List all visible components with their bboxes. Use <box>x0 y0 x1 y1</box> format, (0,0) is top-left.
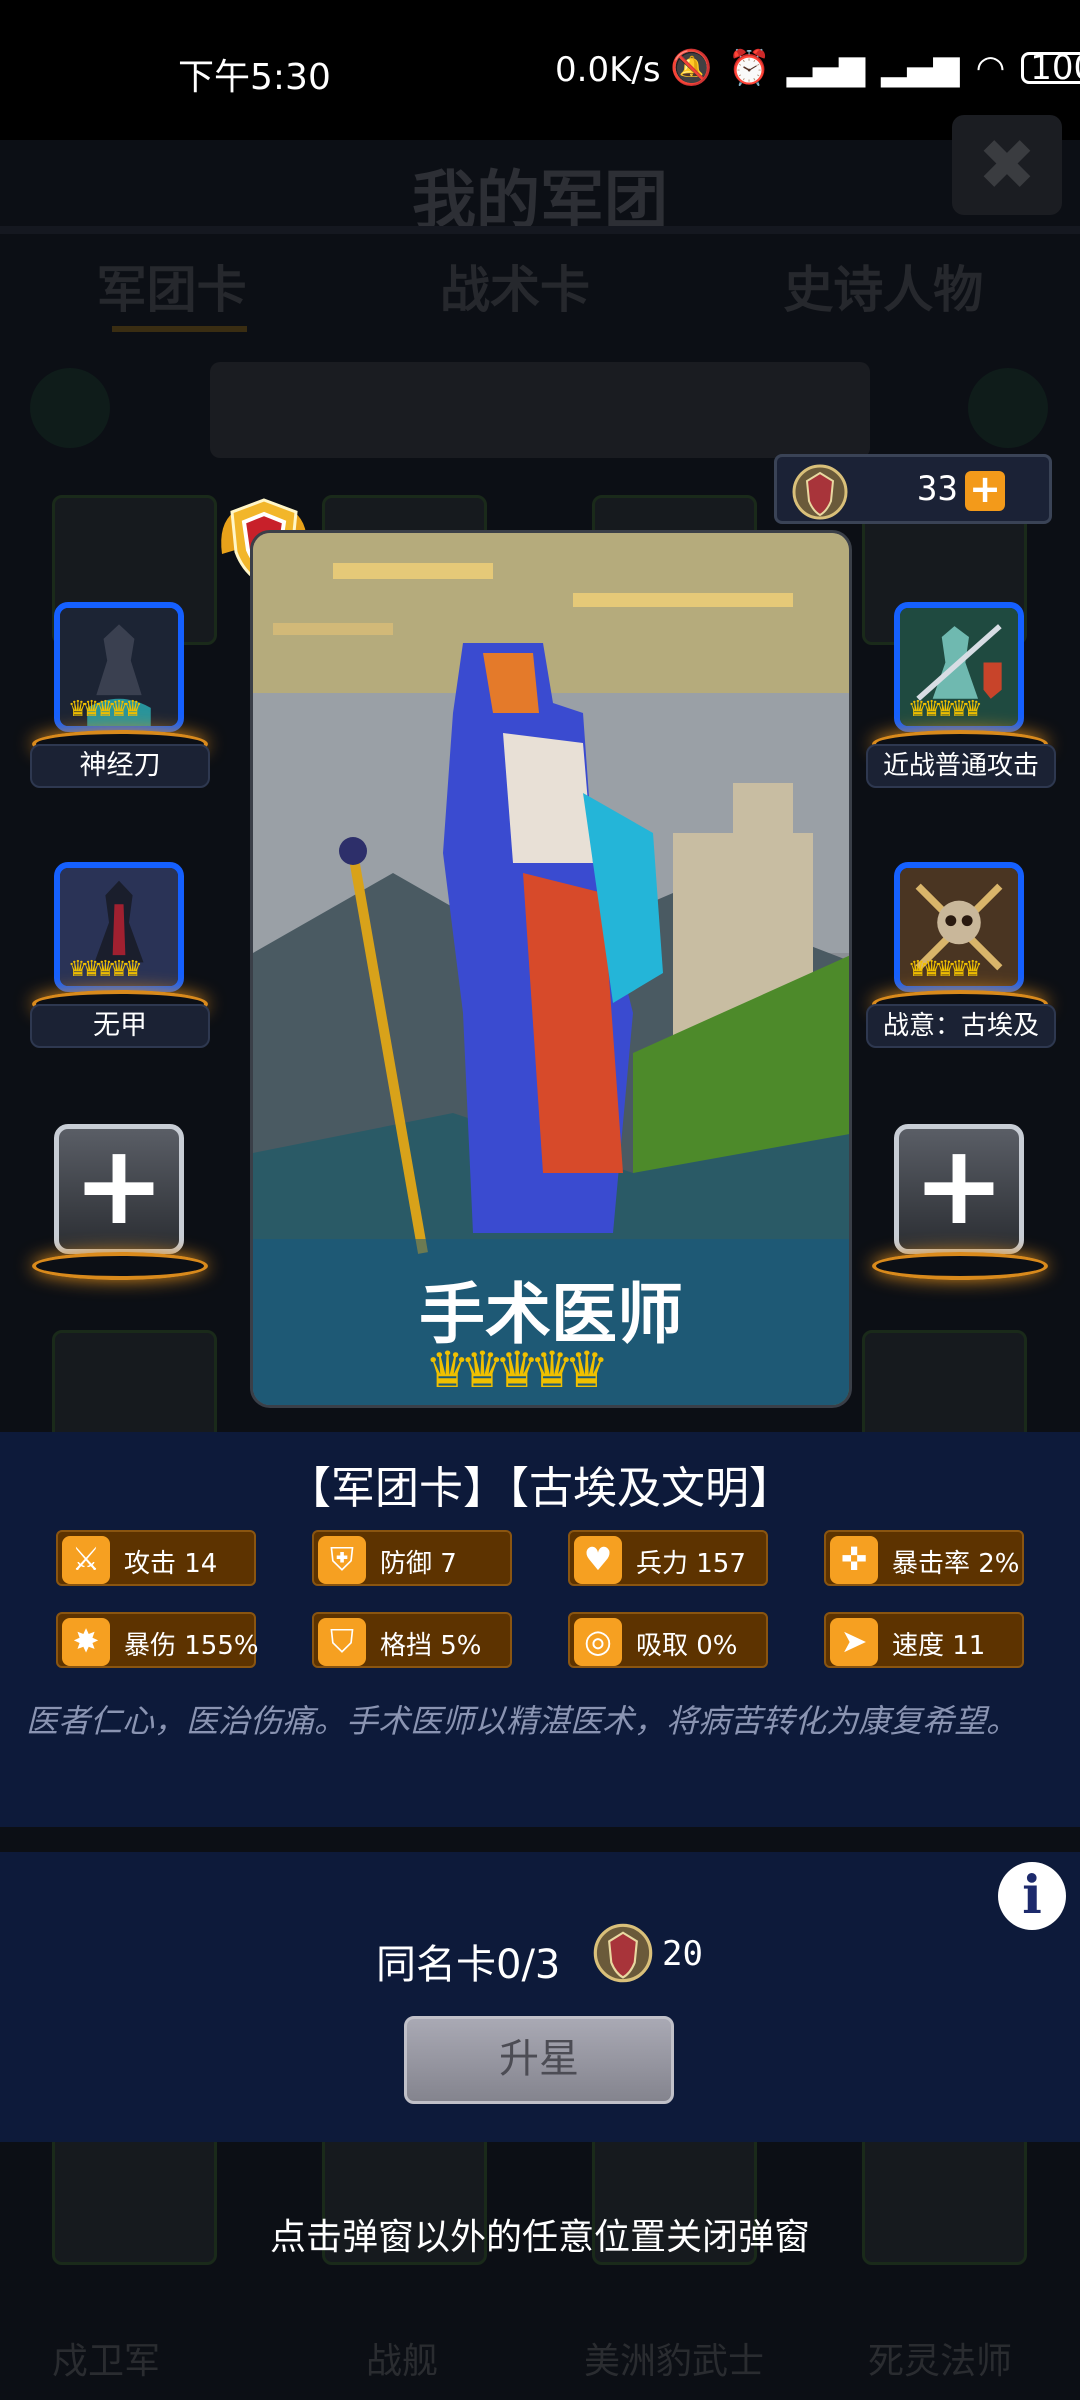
bg-card-label: 死灵法师 <box>868 2341 1013 2382</box>
boot-icon: ➤ <box>830 1618 878 1666</box>
filter-button[interactable] <box>968 368 1048 448</box>
stat-label: 格挡 5% <box>380 1631 482 1661</box>
stat-label: 暴击率 2% <box>892 1549 1020 1579</box>
upgrade-cost: 20 <box>662 1934 703 1974</box>
status-icons: 🔕 ⏰ ▂▄▆ ▂▄▆ ◠ 100 <box>670 48 1080 88</box>
mute-icon: 🔕 <box>670 48 713 88</box>
search-input[interactable] <box>210 362 870 458</box>
currency-pill: 33 + <box>774 454 1052 524</box>
stat-label: 防御 7 <box>380 1549 457 1579</box>
stat-label: 兵力 157 <box>636 1549 746 1579</box>
currency-count: 33 <box>917 469 958 509</box>
stat-label: 攻击 14 <box>124 1549 218 1579</box>
add-slot-left-button[interactable]: + <box>54 1124 184 1254</box>
add-currency-button[interactable]: + <box>965 470 1005 511</box>
stat-label: 暴伤 155% <box>124 1631 259 1661</box>
battery-icon: 100 <box>1021 51 1080 85</box>
legion-emblem-icon <box>792 464 848 520</box>
slot-label: 近战普通攻击 <box>866 744 1056 788</box>
status-bar: 下午5:30 0.0K/s 🔕 ⏰ ▂▄▆ ▂▄▆ ◠ 100 <box>0 0 1080 140</box>
info-panel: 【军团卡】【古埃及文明】 ⚔ 攻击 14 ⛨ 防御 7 ♥ 兵力 157 ✜ 暴… <box>0 1432 1080 1827</box>
list-view-button[interactable] <box>30 368 110 448</box>
close-hint: 点击弹窗以外的任意位置关闭弹窗 <box>269 2217 810 2258</box>
signal-2-icon: ▂▄▆ <box>881 48 960 88</box>
burst-icon: ✸ <box>62 1618 110 1666</box>
sword-icon: ⚔ <box>62 1536 110 1584</box>
duplicate-count: 同名卡0/3 <box>376 1942 561 1988</box>
equip-slot-left-1[interactable]: ♛♛♛♛♛ <box>54 602 184 732</box>
stat-defense: ⛨ 防御 7 <box>312 1530 512 1586</box>
slot-label: 战意：古埃及 <box>866 1004 1056 1048</box>
tab-tactic-cards[interactable]: 战术卡 <box>440 250 590 340</box>
card-description: 医者仁心，医治伤痛。手术医师以精湛医术，将病苦转化为康复希望。 <box>26 1702 1019 1740</box>
slot-glow <box>872 1252 1048 1280</box>
equip-slot-right-2[interactable]: ♛♛♛♛♛ <box>894 862 1024 992</box>
stat-attack: ⚔ 攻击 14 <box>56 1530 256 1586</box>
close-button[interactable]: ✖ <box>952 115 1062 215</box>
stat-drain: ◎ 吸取 0% <box>568 1612 768 1668</box>
shield-icon: ⛨ <box>318 1536 366 1584</box>
add-slot-right-button[interactable]: + <box>894 1124 1024 1254</box>
wifi-icon: ◠ <box>975 48 1006 88</box>
tab-indicator <box>112 326 247 332</box>
stat-crit-rate: ✜ 暴击率 2% <box>824 1530 1024 1586</box>
unit-card[interactable]: 手术医师 ♛♛♛♛♛ <box>250 530 852 1408</box>
status-net-speed: 0.0K/s <box>555 50 661 90</box>
upgrade-star-button[interactable]: 升星 <box>404 2016 674 2104</box>
slot-glow <box>32 1252 208 1280</box>
stat-crit-damage: ✸ 暴伤 155% <box>56 1612 259 1668</box>
crosshair-icon: ✜ <box>830 1536 878 1584</box>
slot-stars: ♛♛♛♛♛ <box>908 697 983 722</box>
stat-troops: ♥ 兵力 157 <box>568 1530 768 1586</box>
card-star-rating: ♛♛♛♛♛ <box>425 1341 609 1399</box>
bg-card-label: 美洲豹武士 <box>584 2341 765 2382</box>
heart-icon: ♥ <box>574 1536 622 1584</box>
status-time: 下午5:30 <box>178 57 331 98</box>
equip-slot-right-1[interactable]: ♛♛♛♛♛ <box>894 602 1024 732</box>
equip-slot-left-2[interactable]: ♛♛♛♛♛ <box>54 862 184 992</box>
stat-block: ⛉ 格挡 5% <box>312 1612 512 1668</box>
slot-stars: ♛♛♛♛♛ <box>68 697 143 722</box>
tab-epic-characters[interactable]: 史诗人物 <box>783 250 983 340</box>
stat-label: 速度 11 <box>892 1631 986 1661</box>
bg-card-label: 戍卫军 <box>52 2341 161 2382</box>
card-tags: 【军团卡】【古埃及文明】 <box>287 1463 793 1514</box>
drain-icon: ◎ <box>574 1618 622 1666</box>
legion-emblem-icon <box>593 1923 653 1983</box>
slot-stars: ♛♛♛♛♛ <box>908 957 983 982</box>
slot-label: 神经刀 <box>30 744 210 788</box>
stat-label: 吸取 0% <box>636 1631 738 1661</box>
signal-icon: ▂▄▆ <box>786 48 866 88</box>
info-button[interactable]: i <box>998 1862 1066 1930</box>
block-icon: ⛉ <box>318 1618 366 1666</box>
alarm-icon: ⏰ <box>728 48 771 88</box>
stat-speed: ➤ 速度 11 <box>824 1612 1024 1668</box>
bg-card-label: 战舰 <box>366 2341 439 2382</box>
header-divider <box>0 226 1080 234</box>
slot-stars: ♛♛♛♛♛ <box>68 957 143 982</box>
slot-label: 无甲 <box>30 1004 210 1048</box>
